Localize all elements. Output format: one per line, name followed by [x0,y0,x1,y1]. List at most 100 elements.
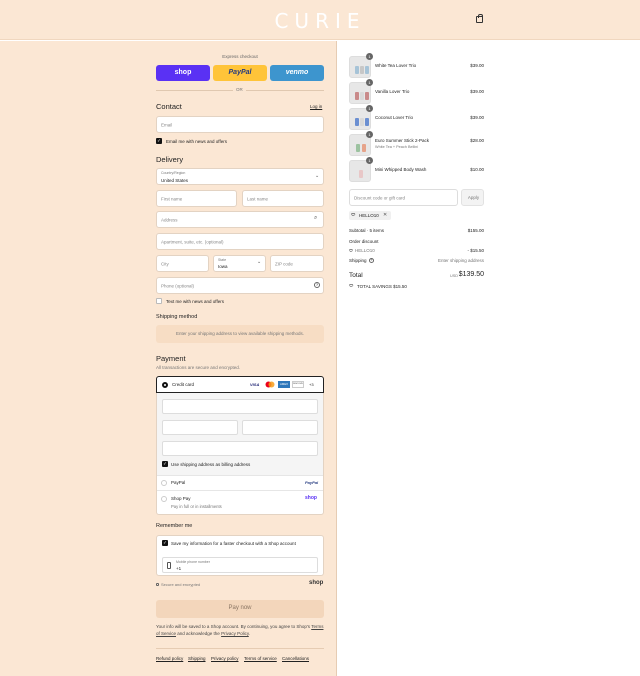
product-price: $39.00 [470,115,484,120]
first-name-input[interactable]: First name [156,190,237,207]
shopping-bag-icon[interactable] [476,14,483,23]
discount-tag: ⬭ HELLO10 ✕ [349,211,391,220]
subtotal-value: $155.00 [467,228,484,233]
expiration-input[interactable] [162,420,238,435]
legal-text: Your info will be saved to a Shop accoun… [156,624,324,636]
total-savings: TOTAL SAVINGS $15.50 [357,284,407,289]
venmo-button[interactable]: venmo [270,65,324,81]
product-name: White Tea Lover Trio [375,63,417,68]
express-checkout-title: Express checkout [222,54,258,59]
security-code-input[interactable] [242,420,318,435]
contact-heading: Contact [156,102,182,111]
privacy-link[interactable]: Privacy Policy [221,631,249,636]
shop-pay-option[interactable]: Shop Pay Pay in full or in installments … [157,490,323,514]
save-info-checkbox[interactable]: ✓ [162,540,168,546]
shipping-method-notice: Enter your shipping address to view avai… [156,325,324,343]
header: CURIE [0,0,640,40]
mastercard-icon [265,381,275,388]
save-info-label: Save my information for a faster checkou… [171,541,296,546]
country-select[interactable]: Country/Region United States ⌄ [156,168,324,185]
shipping-value: Enter shipping address [437,258,484,263]
tag-icon: ⬭ [351,212,356,218]
currency-label: USD [450,274,459,278]
radio-selected-icon [162,382,168,388]
card-number-input[interactable] [162,399,318,414]
address-input[interactable]: Address ⌕ [156,211,324,228]
card-form: ✓ Use shipping address as billing addres… [157,393,323,475]
name-on-card-input[interactable] [162,441,318,456]
remember-me-heading: Remember me [156,523,193,529]
credit-card-option[interactable]: Credit card VISA AMEX DISCOVER +3 [156,376,324,393]
mobile-phone-input[interactable]: Mobile phone number +1 [162,557,318,573]
or-divider: OR [233,87,246,92]
city-input[interactable]: City [156,255,209,272]
product-price: $39.00 [470,63,484,68]
order-summary [338,41,640,676]
billing-label: Use shipping address as billing address [171,462,251,467]
product-price: $39.00 [470,89,484,94]
text-news-checkbox[interactable] [156,298,162,304]
chevron-down-icon: ⌄ [257,259,262,265]
product-price: $10.00 [470,167,484,172]
payment-subtitle: All transactions are secure and encrypte… [156,365,241,370]
email-input[interactable]: Email [156,116,324,133]
shop-logo-icon: shop [305,495,317,501]
product-name: Vanilla Lover Trio [375,89,410,94]
pay-now-button[interactable]: Pay now [156,600,324,618]
paypal-logo-icon: PayPal [305,480,319,485]
product-name: Euro Summer Stick 2-Pack [375,138,430,143]
subtotal-label: Subtotal · 5 items [349,228,385,233]
help-icon[interactable]: ? [314,282,320,288]
visa-icon: VISA [250,382,260,387]
apartment-input[interactable]: Apartment, suite, etc. (optional) [156,233,324,250]
footer-refund-link[interactable]: Refund policy [156,656,183,661]
radio-icon [161,496,167,502]
lock-icon [156,583,159,586]
footer-shipping-link[interactable]: Shipping [188,656,206,661]
footer-divider [156,648,324,649]
footer-terms-link[interactable]: Terms of service [244,656,277,661]
secure-text: Secure and encrypted [161,582,201,587]
footer-privacy-link[interactable]: Privacy policy [211,656,239,661]
footer-cancellations-link[interactable]: Cancellations [282,656,309,661]
quantity-badge: 1 [366,79,373,86]
discount-code-label: HELLO10 [355,248,375,253]
billing-checkbox[interactable]: ✓ [162,461,168,467]
phone-input[interactable]: Phone (optional) ? [156,277,324,294]
text-news-label: Text me with news and offers [166,299,224,304]
apply-discount-button[interactable]: Apply [461,189,484,206]
tag-icon: ⬭ [349,248,353,253]
discover-icon: DISCOVER [292,381,304,388]
product-name: Mini Whipped Body Wash [375,167,427,172]
phone-icon [167,562,171,569]
order-discount-label: Order discount [349,239,379,244]
product-variant: White Tea + Peach Bellini [375,145,419,149]
close-icon[interactable]: ✕ [383,212,387,218]
quantity-badge: 1 [366,157,373,164]
paypal-option[interactable]: PayPal PayPal [157,475,323,490]
zip-input[interactable]: ZIP code [270,255,324,272]
chevron-down-icon: ⌄ [315,173,320,179]
last-name-input[interactable]: Last name [242,190,324,207]
help-icon[interactable]: ? [369,258,374,263]
amex-icon: AMEX [278,381,290,388]
remember-me-box: ✓ Save my information for a faster check… [156,535,324,576]
discount-code-input[interactable]: Discount code or gift card [349,189,458,206]
email-news-checkbox[interactable]: ✓ [156,138,162,144]
shipping-label: Shipping [349,258,367,263]
total-label: Total [349,272,363,279]
state-select[interactable]: State Iowa ⌄ [213,255,266,272]
more-cards-badge: +3 [309,382,314,387]
quantity-badge: 1 [366,105,373,112]
discount-amount: - $15.50 [467,248,484,253]
shop-logo: shop [309,580,324,586]
email-news-label: Email me with news and offers [166,139,227,144]
product-price: $28.00 [470,138,484,143]
shipping-method-heading: Shipping method [156,314,198,320]
login-link[interactable]: Log in [310,104,322,109]
shop-pay-button[interactable]: shop [156,65,210,81]
product-name: Coconut Lover Trio [375,115,414,120]
paypal-button[interactable]: PayPal [213,65,267,81]
brand-logo[interactable]: CURIE [0,9,640,33]
search-icon: ⌕ [314,215,318,221]
